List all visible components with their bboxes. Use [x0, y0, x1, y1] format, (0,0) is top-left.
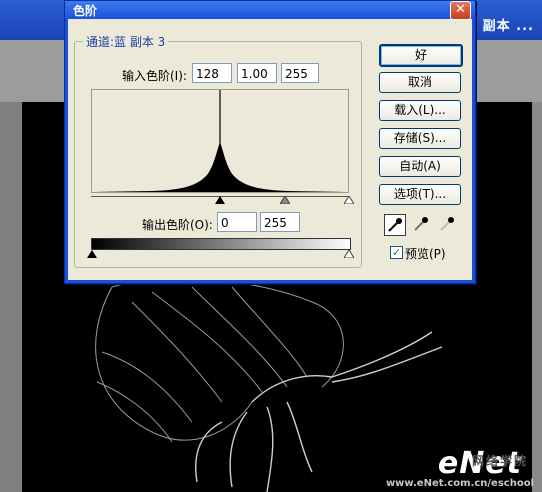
output-white-slider[interactable] [344, 250, 354, 258]
output-levels-label: 输出色阶(O): [142, 218, 213, 232]
auto-button[interactable]: 自动(A) [379, 156, 461, 177]
options-button[interactable]: 选项(T)... [379, 184, 461, 205]
input-white-slider[interactable] [344, 196, 354, 204]
watermark-cn-text: 网络学院 [471, 454, 528, 468]
input-gamma-slider[interactable] [280, 196, 290, 204]
dialog-border-left [65, 19, 68, 283]
document-title: 3 副本 ... [467, 19, 534, 34]
dialog-border-right [472, 19, 475, 283]
input-levels-label: 输入色阶(I): [122, 69, 187, 83]
output-gradient-bar [91, 238, 351, 250]
input-black-slider[interactable] [215, 196, 225, 204]
ok-button[interactable]: 好 [379, 44, 463, 67]
dialog-titlebar[interactable]: 色阶 ✕ [65, 1, 475, 20]
input-black-field[interactable]: 128 [192, 63, 232, 83]
output-white-field[interactable]: 255 [260, 212, 300, 232]
white-eyedropper-icon[interactable] [437, 214, 457, 234]
channel-label[interactable]: 通道:蓝 副本 3 [83, 33, 169, 50]
save-button[interactable]: 存储(S)... [379, 128, 461, 149]
watermark-url: www.eNet.com.cn/eschool [385, 478, 534, 489]
preview-label[interactable]: 预览(P) [405, 245, 446, 262]
black-eyedropper-icon[interactable] [384, 214, 406, 236]
load-button[interactable]: 载入(L)... [379, 100, 461, 121]
input-white-field[interactable]: 255 [281, 63, 319, 83]
output-black-field[interactable]: 0 [217, 212, 257, 232]
input-gamma-field[interactable]: 1.00 [237, 63, 277, 83]
dialog-border-bottom [65, 280, 475, 283]
dialog-title: 色阶 [73, 4, 98, 18]
cancel-button[interactable]: 取消 [379, 72, 461, 93]
close-icon[interactable]: ✕ [450, 1, 471, 20]
gray-eyedropper-icon[interactable] [411, 214, 431, 234]
histogram [91, 89, 349, 193]
levels-dialog: 色阶 ✕ 通道:蓝 副本 3 输入色阶(I): 128 1.00 255 输出色… [64, 0, 476, 284]
histogram-graph [92, 90, 348, 192]
output-black-slider[interactable] [87, 250, 97, 258]
preview-checkbox[interactable]: ✓ [390, 246, 403, 259]
